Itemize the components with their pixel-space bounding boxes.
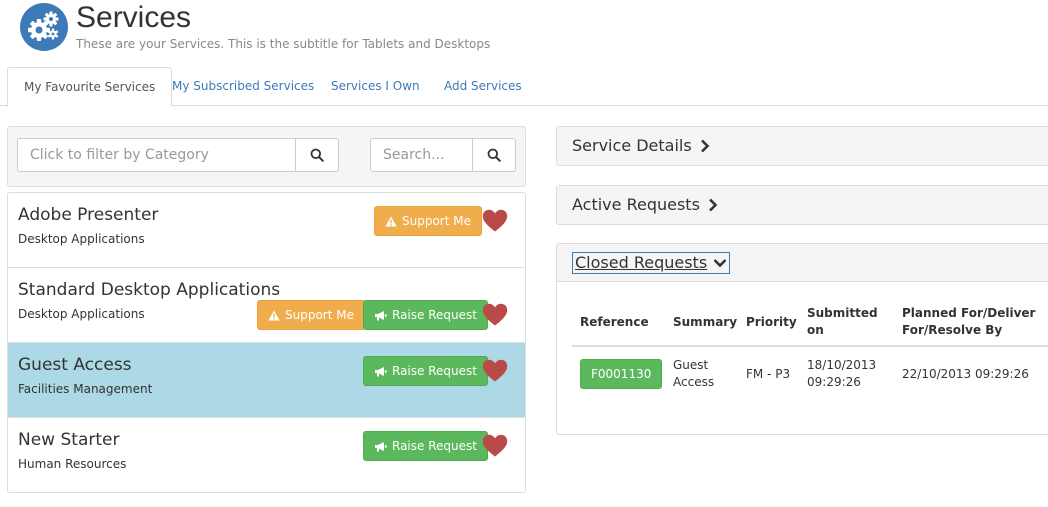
raise-request-label: Raise Request: [392, 308, 477, 322]
service-item-guest-access[interactable]: Guest Access Facilities Management Raise…: [8, 343, 525, 418]
service-item-standard-desktop-applications[interactable]: Standard Desktop Applications Desktop Ap…: [8, 268, 525, 343]
service-name: Standard Desktop Applications: [18, 280, 281, 300]
tab-bar: My Favourite Services My Subscribed Serv…: [0, 67, 1048, 107]
service-list: Adobe Presenter Desktop Applications Sup…: [7, 192, 526, 493]
warning-icon: [268, 310, 280, 320]
tab-my-favourite-services[interactable]: My Favourite Services: [7, 67, 173, 107]
cell-priority: FM - P3: [746, 367, 791, 381]
raise-request-button[interactable]: Raise Request: [363, 300, 488, 330]
category-search-button[interactable]: [296, 138, 339, 172]
cell-planned: 22/10/2013 09:29:26: [902, 367, 1029, 381]
bullhorn-icon: [375, 366, 387, 376]
service-item-new-starter[interactable]: New Starter Human Resources Raise Reques…: [8, 418, 525, 492]
reference-button[interactable]: F0001130: [580, 359, 663, 389]
favourite-heart-icon[interactable]: [482, 303, 508, 327]
service-category: Facilities Management: [18, 382, 153, 396]
service-details-panel: Service Details: [556, 126, 1048, 166]
col-header-submitted-line2: on: [807, 323, 824, 337]
tab-my-subscribed-services[interactable]: My Subscribed Services: [156, 67, 330, 106]
support-me-label: Support Me: [402, 214, 471, 228]
search-icon: [487, 148, 501, 162]
closed-requests-toggle[interactable]: Closed Requests: [572, 251, 731, 274]
raise-request-label: Raise Request: [392, 364, 477, 378]
chevron-right-icon: [708, 198, 718, 212]
col-header-priority: Priority: [746, 315, 797, 329]
active-requests-panel: Active Requests: [556, 185, 1048, 225]
chevron-down-icon: [713, 258, 727, 267]
col-header-submitted: Submitted: [807, 306, 878, 320]
bullhorn-icon: [375, 310, 387, 320]
active-requests-header[interactable]: Active Requests: [557, 186, 1048, 224]
closed-requests-title: Closed Requests: [575, 252, 708, 272]
col-header-summary: Summary: [673, 315, 738, 329]
search-group: Search...: [370, 138, 516, 172]
col-header-planned: Planned For/Deliver: [902, 306, 1036, 320]
raise-request-button[interactable]: Raise Request: [363, 431, 488, 461]
category-filter-input[interactable]: Click to filter by Category: [17, 138, 296, 172]
search-input[interactable]: Search...: [370, 138, 473, 172]
service-name: New Starter: [18, 430, 120, 450]
service-item-adobe-presenter[interactable]: Adobe Presenter Desktop Applications Sup…: [8, 193, 525, 268]
col-header-reference: Reference: [580, 315, 649, 329]
support-me-label: Support Me: [285, 308, 354, 322]
tab-add-services[interactable]: Add Services: [428, 67, 538, 106]
search-button[interactable]: [473, 138, 516, 172]
chevron-right-icon: [700, 139, 710, 153]
service-category: Human Resources: [18, 457, 127, 471]
support-me-button[interactable]: Support Me: [374, 206, 482, 236]
service-name: Adobe Presenter: [18, 205, 159, 225]
tab-services-i-own[interactable]: Services I Own: [315, 67, 436, 106]
gears-icon: [20, 3, 68, 51]
category-filter-group: Click to filter by Category: [17, 138, 339, 172]
support-me-button[interactable]: Support Me: [257, 300, 365, 330]
page-title: Services: [76, 1, 192, 34]
filter-bar: Click to filter by Category Search...: [7, 126, 526, 187]
service-name: Guest Access: [18, 355, 132, 375]
service-category: Desktop Applications: [18, 232, 145, 246]
favourite-heart-icon[interactable]: [482, 359, 508, 383]
cell-summary: Guest: [673, 358, 709, 372]
cell-submitted: 18/10/2013: [807, 358, 877, 372]
service-category: Desktop Applications: [18, 307, 145, 321]
closed-requests-panel: Closed Requests Reference Summary Priori…: [556, 243, 1048, 435]
raise-request-button[interactable]: Raise Request: [363, 356, 488, 386]
favourite-heart-icon[interactable]: [482, 209, 508, 233]
service-details-header[interactable]: Service Details: [557, 127, 1048, 165]
raise-request-label: Raise Request: [392, 439, 477, 453]
col-header-planned-line2: For/Resolve By: [902, 323, 1003, 337]
active-requests-title: Active Requests: [572, 195, 700, 214]
cell-submitted-line2: 09:29:26: [807, 375, 861, 389]
bullhorn-icon: [375, 441, 387, 451]
service-details-title: Service Details: [572, 136, 692, 155]
page-subtitle: These are your Services. This is the sub…: [76, 37, 491, 51]
table-header-divider: [572, 345, 1048, 347]
search-icon: [310, 148, 324, 162]
cell-summary-line2: Access: [673, 375, 715, 389]
favourite-heart-icon[interactable]: [482, 434, 508, 458]
warning-icon: [385, 216, 397, 226]
closed-requests-header: Closed Requests: [557, 244, 1048, 282]
